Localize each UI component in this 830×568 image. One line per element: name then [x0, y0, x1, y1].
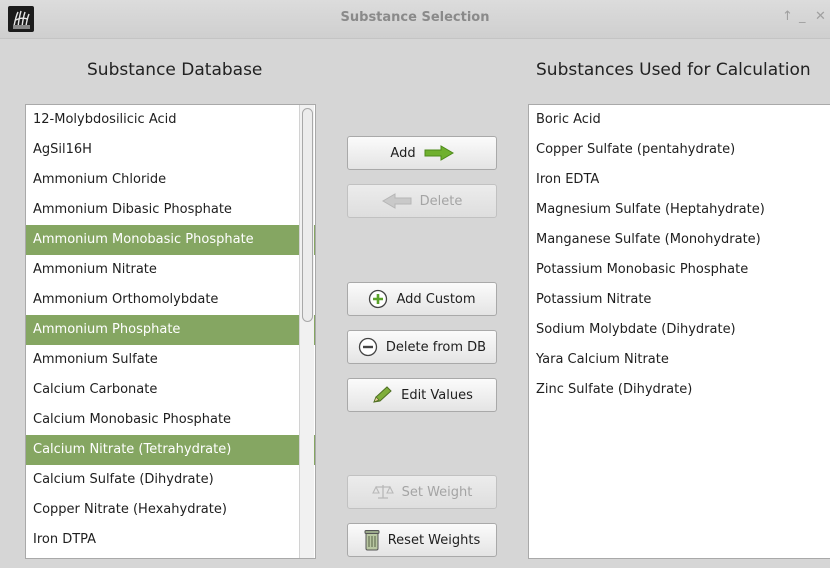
reset-weights-label: Reset Weights: [387, 532, 481, 548]
delete-button[interactable]: Delete: [347, 184, 497, 218]
database-list-item[interactable]: Ammonium Orthomolybdate: [26, 285, 315, 315]
used-list-item[interactable]: Magnesium Sulfate (Heptahydrate): [529, 195, 830, 225]
minimize-icon[interactable]: _: [799, 9, 806, 24]
edit-values-label: Edit Values: [401, 387, 473, 403]
reset-weights-button[interactable]: Reset Weights: [347, 523, 497, 557]
database-list-item[interactable]: Calcium Sulfate (Dihydrate): [26, 465, 315, 495]
used-list-item[interactable]: Potassium Nitrate: [529, 285, 830, 315]
database-list-item[interactable]: Copper Nitrate (Hexahydrate): [26, 495, 315, 525]
database-list-item[interactable]: Ammonium Dibasic Phosphate: [26, 195, 315, 225]
title-bar: Substance Selection ↑ _ ✕: [0, 0, 830, 39]
add-button[interactable]: Add: [347, 136, 497, 170]
used-list-item[interactable]: Copper Sulfate (pentahydrate): [529, 135, 830, 165]
database-list-item[interactable]: Iron DTPA: [26, 525, 315, 555]
database-list-item[interactable]: Calcium Carbonate: [26, 375, 315, 405]
database-list-item[interactable]: Ammonium Nitrate: [26, 255, 315, 285]
database-list-item[interactable]: Calcium Nitrate (Tetrahydrate): [26, 435, 315, 465]
add-custom-button[interactable]: Add Custom: [347, 282, 497, 316]
database-list-item[interactable]: AgSil16H: [26, 135, 315, 165]
scale-icon: [371, 483, 394, 501]
database-list-item[interactable]: Ammonium Monobasic Phosphate: [26, 225, 315, 255]
used-list-item[interactable]: Boric Acid: [529, 105, 830, 135]
delete-from-db-label: Delete from DB: [385, 339, 487, 355]
add-button-label: Add: [390, 145, 416, 161]
window-title: Substance Selection: [340, 10, 490, 25]
delete-button-label: Delete: [419, 193, 463, 209]
used-heading: Substances Used for Calculation: [536, 60, 811, 80]
right-arrow-icon: [424, 145, 454, 161]
used-list-item[interactable]: Zinc Sulfate (Dihydrate): [529, 375, 830, 405]
set-weight-label: Set Weight: [401, 484, 473, 500]
used-list-item[interactable]: Yara Calcium Nitrate: [529, 345, 830, 375]
database-list-item[interactable]: Ammonium Chloride: [26, 165, 315, 195]
delete-from-db-button[interactable]: Delete from DB: [347, 330, 497, 364]
substance-database-list[interactable]: 12-Molybdosilicic Acid AgSil16H Ammonium C…: [25, 104, 316, 559]
database-list-item[interactable]: Calcium Monobasic Phosphate: [26, 405, 315, 435]
minus-circle-icon: [358, 337, 378, 357]
used-list-item[interactable]: Sodium Molybdate (Dihydrate): [529, 315, 830, 345]
add-custom-label: Add Custom: [396, 291, 476, 307]
used-list-item[interactable]: Manganese Sulfate (Monohydrate): [529, 225, 830, 255]
close-icon[interactable]: ✕: [815, 9, 826, 24]
database-list-item[interactable]: Ammonium Sulfate: [26, 345, 315, 375]
trash-icon: [364, 529, 380, 551]
left-arrow-icon: [381, 193, 412, 209]
set-weight-button[interactable]: Set Weight: [347, 475, 497, 509]
pencil-icon: [371, 385, 393, 405]
database-list-item[interactable]: Ammonium Phosphate: [26, 315, 315, 345]
database-scrollbar[interactable]: [299, 105, 314, 558]
edit-values-button[interactable]: Edit Values: [347, 378, 497, 412]
database-heading: Substance Database: [87, 60, 263, 80]
database-items: 12-Molybdosilicic Acid AgSil16H Ammonium C…: [26, 105, 315, 555]
scrollbar-thumb[interactable]: [302, 108, 313, 322]
plus-circle-icon: [368, 289, 388, 309]
used-items: Boric Acid Copper Sulfate (pentahydrate) I…: [529, 105, 830, 405]
used-list-item[interactable]: Iron EDTA: [529, 165, 830, 195]
substances-used-list[interactable]: Boric Acid Copper Sulfate (pentahydrate) I…: [528, 104, 830, 559]
database-list-item[interactable]: 12-Molybdosilicic Acid: [26, 105, 315, 135]
used-list-item[interactable]: Potassium Monobasic Phosphate: [529, 255, 830, 285]
maximize-icon[interactable]: ↑: [782, 9, 793, 24]
